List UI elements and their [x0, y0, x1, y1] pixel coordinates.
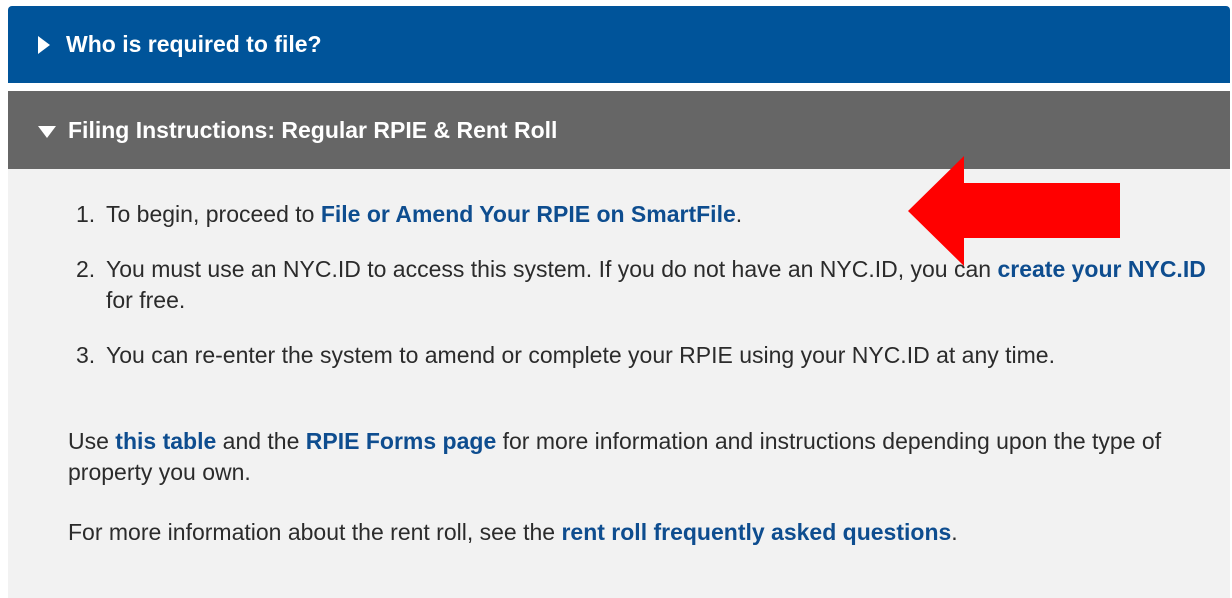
rent-roll-paragraph: For more information about the rent roll…: [68, 517, 1188, 548]
this-table-link[interactable]: this table: [115, 428, 216, 454]
page: Who is required to file? Filing Instruct…: [0, 0, 1232, 598]
list-number: 2.: [76, 256, 96, 282]
step-text: You can re-enter the system to amend or …: [106, 342, 1055, 368]
list-item: 3. You can re-enter the system to amend …: [60, 340, 1226, 371]
list-number: 3.: [76, 342, 96, 368]
smartfile-link[interactable]: File or Amend Your RPIE on SmartFile: [321, 201, 736, 227]
rpie-forms-link[interactable]: RPIE Forms page: [306, 428, 496, 454]
accordion-title: Who is required to file?: [66, 31, 322, 57]
caret-right-icon: [38, 35, 50, 54]
step-text-end: for free.: [106, 287, 186, 313]
accordion-title: Filing Instructions: Regular RPIE & Rent…: [68, 116, 558, 143]
step-text: You must use an NYC.ID to access this sy…: [106, 256, 998, 282]
para-text: and the: [216, 428, 306, 454]
step-text: To begin, proceed to: [106, 201, 321, 227]
para-text: For more information about the rent roll…: [68, 519, 562, 545]
info-paragraph: Use this table and the RPIE Forms page f…: [68, 426, 1188, 488]
red-arrow-icon: [908, 156, 1120, 266]
step-text-end: .: [735, 201, 743, 227]
para-text: .: [951, 519, 958, 545]
rent-roll-faq-link[interactable]: rent roll frequently asked questions: [561, 519, 951, 545]
accordion-header-who-required[interactable]: Who is required to file?: [8, 6, 1230, 83]
caret-down-icon: [38, 125, 56, 138]
para-text: Use: [68, 428, 116, 454]
list-number: 1.: [76, 201, 96, 227]
